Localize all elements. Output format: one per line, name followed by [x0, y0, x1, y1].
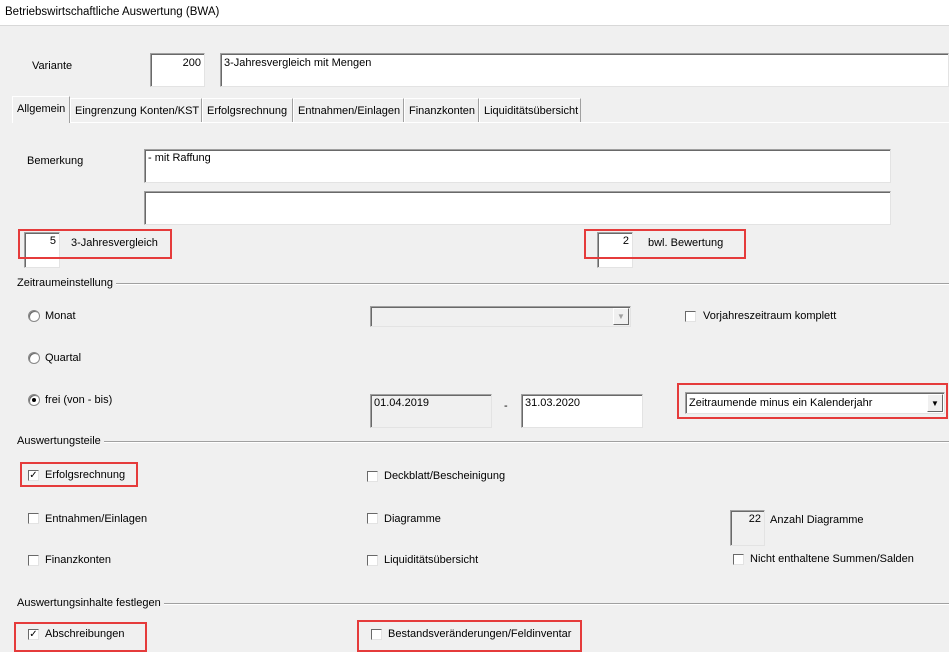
- bemerkung-label: Bemerkung: [27, 155, 84, 167]
- bemerkung-field-2[interactable]: [144, 191, 891, 225]
- monat-select-arrow-icon[interactable]: ▼: [613, 308, 629, 325]
- auswertungsinhalte-group-title: Auswertungsinhalte festlegen: [14, 597, 164, 609]
- bestand-label: Bestandsveränderungen/Feldinventar: [388, 628, 572, 640]
- tab-entnahmen-einlagen[interactable]: Entnahmen/Einlagen: [293, 98, 404, 122]
- tab-allgemein[interactable]: Allgemein: [12, 96, 70, 123]
- abschreibungen-label: Abschreibungen: [45, 628, 125, 640]
- tab-erfolgsrechnung[interactable]: Erfolgsrechnung: [202, 98, 293, 122]
- tab-eingrenzung[interactable]: Eingrenzung Konten/KST: [70, 98, 202, 122]
- vergleich-field[interactable]: 5: [24, 232, 60, 268]
- bestand-checkbox[interactable]: [371, 629, 382, 640]
- auswertungsteile-group-title: Auswertungsteile: [14, 435, 104, 447]
- zeitraum-mode-value: Zeitraumende minus ein Kalenderjahr: [689, 397, 873, 409]
- radio-quartal[interactable]: [28, 352, 40, 364]
- deckblatt-label: Deckblatt/Bescheinigung: [384, 470, 506, 482]
- anzahl-diagramme-field[interactable]: 22: [730, 510, 765, 546]
- title-bar: Betriebswirtschaftliche Auswertung (BWA): [0, 0, 949, 26]
- auswertungsteile-group-border: [16, 441, 949, 443]
- date-to-field[interactable]: 31.03.2020: [521, 394, 643, 428]
- anzahl-diagramme-label: Anzahl Diagramme: [770, 514, 864, 526]
- erfolgsrechnung-label: Erfolgsrechnung: [45, 469, 126, 481]
- liquiditaet-label: Liquiditätsübersicht: [384, 554, 479, 566]
- diagramme-label: Diagramme: [384, 513, 441, 525]
- radio-monat[interactable]: [28, 310, 40, 322]
- abschreibungen-checkbox[interactable]: ✓: [28, 629, 39, 640]
- bemerkung-field-1[interactable]: - mit Raffung: [144, 149, 891, 183]
- vorjahr-checkbox[interactable]: [685, 311, 696, 322]
- nicht-enthaltene-checkbox[interactable]: [733, 554, 744, 565]
- diagramme-checkbox[interactable]: [367, 513, 378, 524]
- window-title: Betriebswirtschaftliche Auswertung (BWA): [5, 6, 220, 18]
- radio-frei-label: frei (von - bis): [45, 394, 113, 406]
- radio-frei-selected-dot: [32, 398, 36, 402]
- finanzkonten-label: Finanzkonten: [45, 554, 112, 566]
- date-separator: -: [504, 400, 508, 412]
- tab-panel-border: [12, 122, 949, 123]
- radio-monat-label: Monat: [45, 310, 76, 322]
- zeitraum-mode-arrow-icon[interactable]: ▼: [927, 394, 943, 412]
- nicht-enthaltene-label: Nicht enthaltene Summen/Salden: [750, 553, 914, 565]
- vergleich-label: 3-Jahresvergleich: [71, 237, 158, 249]
- zeitraum-group-border: [16, 283, 949, 285]
- radio-quartal-label: Quartal: [45, 352, 82, 364]
- erfolgsrechnung-checkbox[interactable]: ✓: [28, 470, 39, 481]
- tab-liquiditaetsuebersicht[interactable]: Liquiditätsübersicht: [479, 98, 581, 122]
- bewertung-field[interactable]: 2: [597, 232, 633, 268]
- zeitraum-group-title: Zeitraumeinstellung: [14, 277, 116, 289]
- bewertung-label: bwl. Bewertung: [648, 237, 724, 249]
- variante-number-field[interactable]: 200: [150, 53, 205, 87]
- entnahmen-label: Entnahmen/Einlagen: [45, 513, 148, 525]
- radio-frei[interactable]: [28, 394, 40, 406]
- monat-select[interactable]: [370, 306, 631, 327]
- date-from-field[interactable]: 01.04.2019: [370, 394, 492, 428]
- deckblatt-checkbox[interactable]: [367, 471, 378, 482]
- checkmark-icon: ✓: [29, 470, 38, 481]
- vorjahr-label: Vorjahreszeitraum komplett: [703, 310, 837, 322]
- finanzkonten-checkbox[interactable]: [28, 555, 39, 566]
- variante-name-field[interactable]: 3-Jahresvergleich mit Mengen: [220, 53, 949, 87]
- tab-finanzkonten[interactable]: Finanzkonten: [404, 98, 479, 122]
- variante-label: Variante: [32, 60, 73, 72]
- zeitraum-mode-select[interactable]: Zeitraumende minus ein Kalenderjahr: [685, 392, 945, 414]
- liquiditaet-checkbox[interactable]: [367, 555, 378, 566]
- entnahmen-checkbox[interactable]: [28, 513, 39, 524]
- checkmark-icon: ✓: [29, 629, 38, 640]
